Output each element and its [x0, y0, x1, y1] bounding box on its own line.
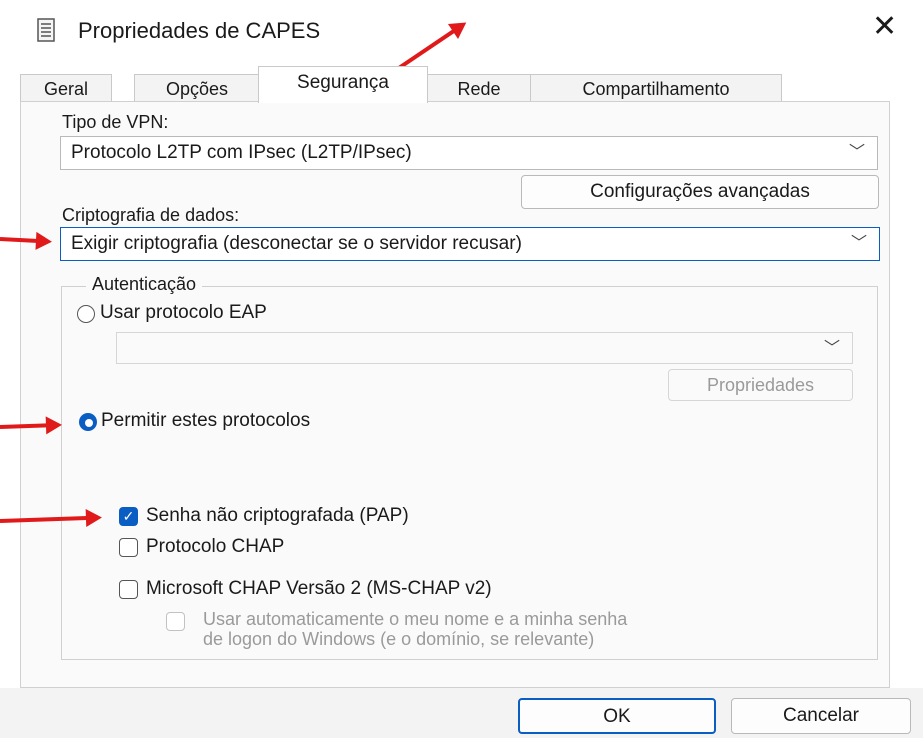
allow-protocols-label[interactable]: Permitir estes protocolos [101, 410, 310, 432]
chap-checkbox[interactable] [119, 538, 138, 557]
eap-protocol-select: ﹀ [116, 332, 853, 364]
cancel-button[interactable]: Cancelar [731, 698, 911, 734]
close-icon[interactable]: ✕ [872, 12, 897, 42]
eap-properties-button: Propriedades [668, 369, 853, 401]
mschap-label[interactable]: Microsoft CHAP Versão 2 (MS-CHAP v2) [146, 578, 492, 600]
tab-compartilhamento[interactable]: Compartilhamento [530, 74, 782, 102]
chevron-down-icon: ﹀ [850, 235, 867, 252]
tab-geral[interactable]: Geral [20, 74, 112, 102]
auto-logon-label-line2: de logon do Windows (e o domínio, se rel… [203, 629, 595, 649]
chevron-down-icon: ﹀ [848, 144, 865, 161]
encryption-select[interactable]: Exigir criptografia (desconectar se o se… [60, 227, 880, 261]
authentication-legend: Autenticação [86, 274, 203, 295]
pap-label[interactable]: Senha não criptografada (PAP) [146, 505, 409, 527]
encryption-label: Criptografia de dados: [62, 205, 240, 225]
eap-label[interactable]: Usar protocolo EAP [100, 302, 267, 324]
window-title: Propriedades de CAPES [78, 18, 321, 43]
allow-protocols-radio[interactable] [79, 413, 97, 431]
tab-opcoes[interactable]: Opções [134, 74, 260, 102]
pap-checkbox[interactable]: ✓ [119, 507, 138, 526]
auto-logon-checkbox [166, 612, 185, 631]
chap-label[interactable]: Protocolo CHAP [146, 536, 284, 558]
encryption-value: Exigir criptografia (desconectar se o se… [71, 233, 522, 254]
ok-button[interactable]: OK [518, 698, 716, 734]
chevron-down-icon: ﹀ [823, 340, 840, 357]
vpn-type-value: Protocolo L2TP com IPsec (L2TP/IPsec) [71, 142, 412, 163]
mschap-checkbox[interactable] [119, 580, 138, 599]
vpn-type-label: Tipo de VPN: [62, 112, 169, 132]
document-icon [37, 18, 55, 42]
tab-seguranca[interactable]: Segurança [258, 66, 428, 103]
advanced-settings-button[interactable]: Configurações avançadas [521, 175, 879, 209]
vpn-type-select[interactable]: Protocolo L2TP com IPsec (L2TP/IPsec) ﹀ [60, 136, 878, 170]
eap-radio[interactable] [77, 305, 95, 323]
auto-logon-label-line1: Usar automaticamente o meu nome e a minh… [203, 609, 628, 629]
tab-rede[interactable]: Rede [426, 74, 532, 102]
tab-bar: Geral Opções Segurança Rede Compartilham… [20, 66, 890, 103]
